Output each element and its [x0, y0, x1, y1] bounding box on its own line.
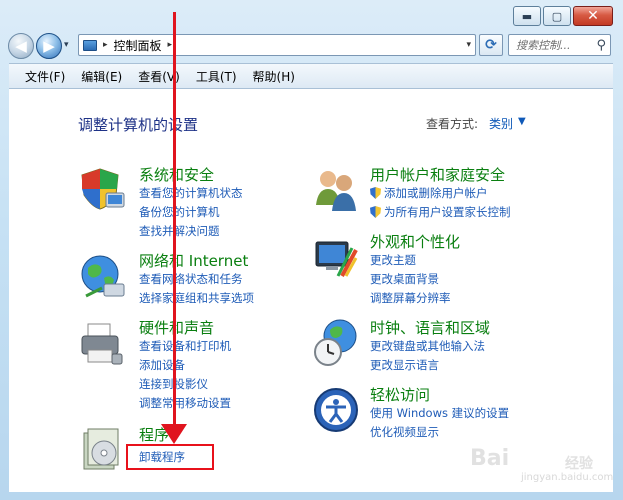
view-by-label: 查看方式: — [426, 117, 479, 131]
link-devices-printers[interactable]: 查看设备和打印机 — [139, 338, 231, 354]
link-add-remove-accounts[interactable]: 添加或删除用户帐户 — [370, 185, 488, 201]
page-title: 调整计算机的设置 — [78, 116, 199, 134]
caption-buttons: ▬ ▢ ✕ — [513, 6, 613, 28]
uac-shield-icon — [370, 187, 381, 199]
link-troubleshoot[interactable]: 查找并解决问题 — [139, 223, 220, 239]
search-icon[interactable]: ⚲ — [596, 38, 606, 53]
back-button[interactable]: ◀ — [8, 33, 34, 59]
search-box[interactable]: ⚲ — [508, 34, 611, 56]
link-network-status[interactable]: 查看网络状态和任务 — [139, 271, 243, 287]
annotation-arrow-shaft — [173, 12, 176, 426]
menu-tools[interactable]: 工具(T) — [188, 68, 245, 85]
arrow-right-icon: ▶ — [43, 37, 55, 55]
search-input[interactable] — [514, 37, 596, 53]
link-windows-suggested-settings[interactable]: 使用 Windows 建议的设置 — [370, 405, 509, 421]
minimize-button[interactable]: ▬ — [513, 6, 541, 26]
link-add-device[interactable]: 添加设备 — [139, 357, 185, 373]
watermark-url: jingyan.baidu.com — [521, 472, 614, 483]
address-dropdown-icon[interactable]: ▾ — [466, 40, 471, 50]
link-change-theme[interactable]: 更改主题 — [370, 252, 416, 268]
globe-clock-icon — [314, 319, 357, 366]
link-view-computer-status[interactable]: 查看您的计算机状态 — [139, 185, 243, 201]
monitor-brush-icon — [315, 241, 358, 277]
maximize-button[interactable]: ▢ — [543, 6, 571, 26]
dropdown-arrow-icon[interactable]: ▼ — [518, 116, 526, 127]
link-mobility-settings[interactable]: 调整常用移动设置 — [139, 395, 231, 411]
category-appearance[interactable]: 外观和个性化 — [370, 231, 460, 252]
arrow-left-icon: ◀ — [15, 37, 27, 55]
link-backup-computer[interactable]: 备份您的计算机 — [139, 204, 220, 220]
address-bar[interactable]: ▸ 控制面板 ▸ ▾ — [78, 34, 476, 56]
refresh-button[interactable]: ⟳ — [479, 34, 503, 56]
users-icon — [316, 171, 356, 211]
category-clock-language-region[interactable]: 时钟、语言和区域 — [370, 317, 490, 338]
shield-computer-icon — [81, 168, 125, 210]
breadcrumb-separator[interactable]: ▸ — [103, 40, 108, 50]
ease-of-access-icon — [314, 388, 358, 432]
category-network-internet[interactable]: 网络和 Internet — [139, 250, 248, 271]
category-user-accounts[interactable]: 用户帐户和家庭安全 — [370, 164, 505, 185]
category-ease-of-access[interactable]: 轻松访问 — [370, 384, 430, 405]
close-button[interactable]: ✕ — [573, 6, 613, 26]
breadcrumb-separator[interactable]: ▸ — [168, 40, 173, 50]
watermark-sub: 经验 — [565, 456, 593, 472]
link-keyboard-input[interactable]: 更改键盘或其他输入法 — [370, 338, 485, 354]
annotation-highlight-box — [126, 444, 214, 470]
globe-network-icon — [81, 255, 125, 298]
menu-bar: 文件(F) 编辑(E) 查看(V) 工具(T) 帮助(H) — [9, 63, 613, 89]
menu-view[interactable]: 查看(V) — [130, 68, 188, 85]
link-homegroup-sharing[interactable]: 选择家庭组和共享选项 — [139, 290, 254, 306]
control-panel-icon — [83, 39, 97, 51]
link-parental-controls[interactable]: 为所有用户设置家长控制 — [370, 204, 511, 220]
printer-icon — [81, 323, 123, 365]
annotation-arrow-head — [161, 424, 187, 444]
view-by-dropdown[interactable]: 类别 — [489, 115, 513, 132]
recent-pages-dropdown[interactable]: ▾ — [64, 40, 69, 50]
category-hardware-sound[interactable]: 硬件和声音 — [139, 317, 214, 338]
watermark-logo: Bai — [470, 446, 510, 471]
menu-file[interactable]: 文件(F) — [9, 68, 73, 85]
uac-shield-icon — [370, 206, 381, 218]
breadcrumb-control-panel[interactable]: 控制面板 — [114, 37, 162, 54]
menu-edit[interactable]: 编辑(E) — [73, 68, 130, 85]
programs-icon — [83, 428, 119, 470]
link-screen-resolution[interactable]: 调整屏幕分辨率 — [370, 290, 451, 306]
category-system-security[interactable]: 系统和安全 — [139, 164, 214, 185]
link-display-language[interactable]: 更改显示语言 — [370, 357, 439, 373]
link-optimize-display[interactable]: 优化视频显示 — [370, 424, 439, 440]
forward-button[interactable]: ▶ — [36, 33, 62, 59]
refresh-icon: ⟳ — [485, 37, 497, 53]
menu-help[interactable]: 帮助(H) — [245, 68, 303, 85]
link-desktop-background[interactable]: 更改桌面背景 — [370, 271, 439, 287]
